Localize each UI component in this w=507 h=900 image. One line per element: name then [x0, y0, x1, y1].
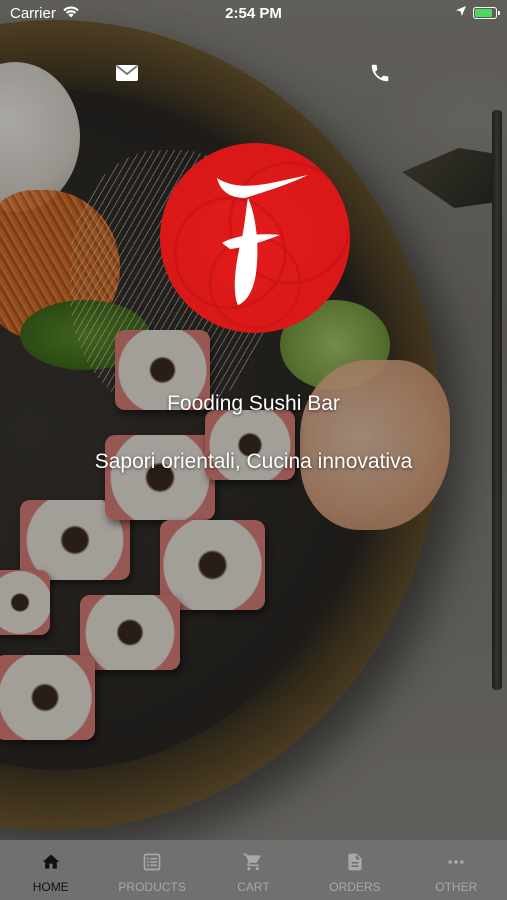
tab-label: CART: [237, 880, 270, 894]
location-arrow-icon: [455, 4, 467, 21]
tab-bar: HOME PRODUCTS CART ORDERS OTHER: [0, 840, 507, 900]
mail-icon: [115, 64, 139, 87]
status-bar: Carrier 2:54 PM: [0, 0, 507, 28]
tab-products[interactable]: PRODUCTS: [102, 840, 202, 900]
restaurant-tagline: Sapori orientali, Cucina innovativa: [94, 450, 413, 473]
restaurant-name: Fooding Sushi Bar: [167, 392, 340, 415]
tab-other[interactable]: OTHER: [406, 840, 506, 900]
background-photo: [0, 0, 507, 840]
home-icon: [41, 852, 61, 880]
cart-icon: [243, 852, 263, 880]
tab-orders[interactable]: ORDERS: [305, 840, 405, 900]
tab-label: OTHER: [435, 880, 478, 894]
mail-button[interactable]: [112, 60, 142, 90]
tab-label: PRODUCTS: [118, 880, 186, 894]
restaurant-logo: [160, 143, 350, 333]
phone-button[interactable]: [365, 60, 395, 90]
tab-home[interactable]: HOME: [1, 840, 101, 900]
document-icon: [345, 852, 365, 880]
menu-list-icon: [142, 852, 162, 880]
tab-label: HOME: [32, 880, 69, 894]
status-time: 2:54 PM: [225, 5, 282, 22]
tab-label: ORDERS: [329, 880, 381, 894]
battery-icon: [473, 6, 500, 19]
tab-cart[interactable]: CART: [203, 840, 303, 900]
phone-icon: [369, 62, 391, 89]
more-icon: [446, 852, 466, 880]
